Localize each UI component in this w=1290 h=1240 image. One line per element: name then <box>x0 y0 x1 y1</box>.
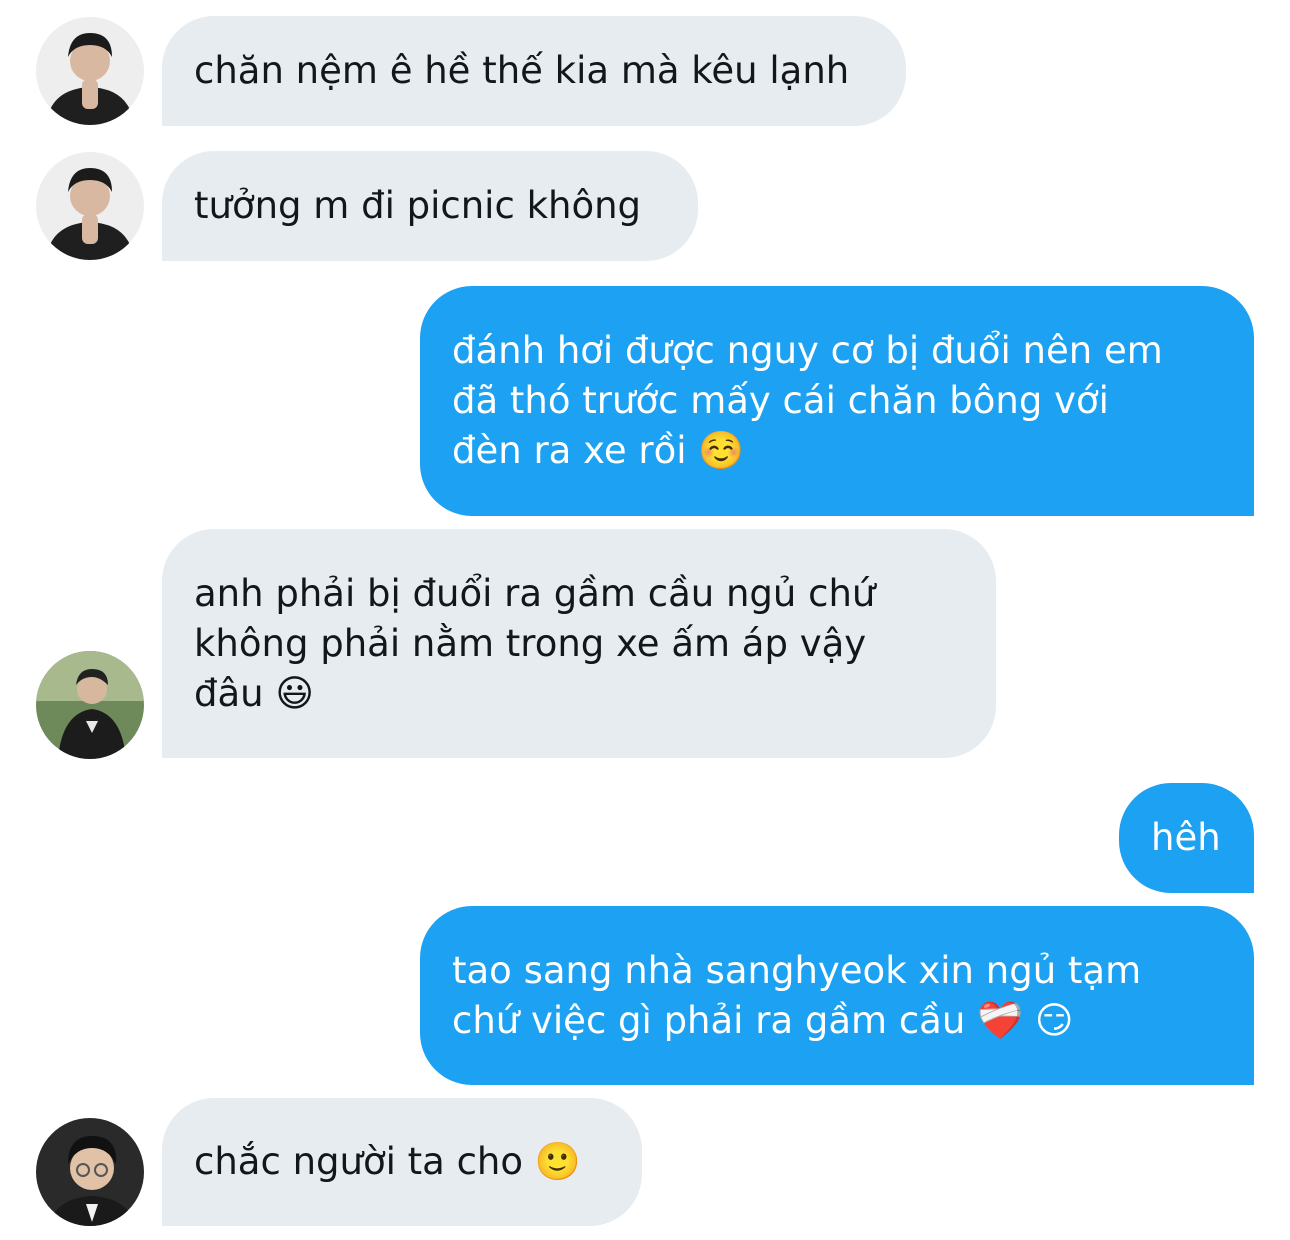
message-bubble-incoming[interactable]: chăn nệm ê hề thế kia mà kêu lạnh <box>162 16 906 126</box>
message-bubble-outgoing[interactable]: tao sang nhà sanghyeok xin ngủ tạm chứ v… <box>420 906 1254 1085</box>
message-text: anh phải bị đuổi ra gầm cầu ngủ chứ khôn… <box>194 571 876 715</box>
message-text: tưởng m đi picnic không <box>194 184 642 227</box>
message-text: đánh hơi được nguy cơ bị đuổi nên em đã … <box>452 329 1163 472</box>
message-text: chắc người ta cho 🙂 <box>194 1140 581 1183</box>
message-text: hêh <box>1151 816 1221 859</box>
avatar-icon[interactable] <box>36 17 144 125</box>
avatar-icon[interactable] <box>36 152 144 260</box>
message-bubble-incoming[interactable]: chắc người ta cho 🙂 <box>162 1098 642 1226</box>
avatar-icon[interactable] <box>36 651 144 759</box>
message-bubble-outgoing[interactable]: đánh hơi được nguy cơ bị đuổi nên em đã … <box>420 286 1254 516</box>
message-bubble-incoming[interactable]: tưởng m đi picnic không <box>162 151 698 261</box>
message-text: chăn nệm ê hề thế kia mà kêu lạnh <box>194 49 850 92</box>
avatar-icon[interactable] <box>36 1118 144 1226</box>
message-bubble-incoming[interactable]: anh phải bị đuổi ra gầm cầu ngủ chứ khôn… <box>162 529 996 758</box>
message-bubble-outgoing[interactable]: hêh <box>1119 783 1254 893</box>
message-text: tao sang nhà sanghyeok xin ngủ tạm chứ v… <box>452 948 1142 1042</box>
